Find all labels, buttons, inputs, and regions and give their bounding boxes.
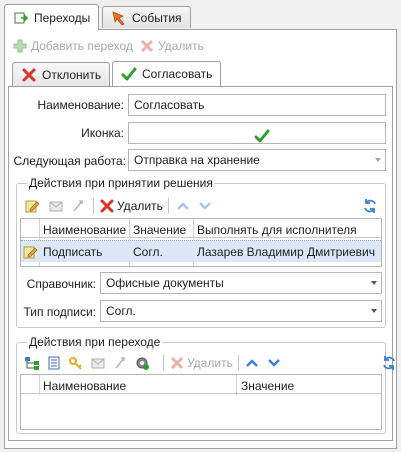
next-work-combo[interactable]: Отправка на хранение	[128, 149, 386, 171]
red-x-icon	[99, 198, 115, 214]
row-performer: Лазарев Владимир Дмитриевич	[197, 245, 375, 259]
tab-events-label: События	[132, 10, 182, 25]
sign-type-combo[interactable]: Согл.	[100, 300, 382, 322]
tab-events[interactable]: События	[102, 6, 191, 28]
directory-combo[interactable]: Офисные документы	[100, 272, 382, 294]
row-name: Подписать	[43, 245, 103, 259]
email-icon[interactable]	[48, 198, 64, 214]
sign-type-label: Тип подписи:	[23, 305, 97, 319]
green-check-icon	[254, 128, 270, 143]
refresh-icon[interactable]	[381, 355, 397, 371]
toolbar-separator	[238, 355, 239, 371]
refresh-icon[interactable]	[362, 198, 378, 214]
move-icon[interactable]	[70, 198, 86, 214]
transition-toolbar	[24, 355, 150, 371]
name-label: Наименование:	[37, 98, 124, 112]
icon-field[interactable]	[128, 122, 386, 144]
decision-actions-table: Наименование Значение Выполнять для испо…	[20, 218, 382, 267]
tab-transitions-label: Переходы	[34, 10, 91, 25]
tab-reject[interactable]: Отклонить	[12, 62, 111, 86]
chevron-down-icon[interactable]	[266, 355, 282, 371]
transition-actions-table: Наименование Значение	[20, 374, 382, 430]
directory-label: Справочник:	[26, 277, 96, 291]
icon-label: Иконка:	[81, 126, 124, 140]
chevron-down-icon[interactable]	[371, 281, 377, 285]
toolbar-separator	[93, 198, 94, 214]
delete-transition-button[interactable]: Удалить	[139, 38, 204, 54]
tree-icon[interactable]	[24, 355, 40, 371]
edit-icon	[22, 244, 38, 260]
decision-actions-title: Действия при принятии решения	[27, 176, 215, 190]
add-icon	[12, 38, 28, 54]
chevron-up-icon[interactable]	[244, 355, 260, 371]
chevron-down-icon[interactable]	[375, 158, 381, 162]
toolbar-separator	[168, 198, 169, 214]
decision-move-buttons	[175, 198, 213, 214]
column-header-value[interactable]: Значение	[133, 223, 186, 237]
chevron-down-icon[interactable]	[197, 198, 213, 214]
transition-move-buttons	[244, 355, 282, 371]
column-header-value[interactable]: Значение	[241, 379, 294, 393]
gear-icon[interactable]	[134, 355, 150, 371]
transition-delete-button[interactable]: Удалить	[169, 355, 233, 371]
transition-actions-title: Действия при переходе	[27, 335, 163, 349]
column-header-performer[interactable]: Выполнять для исполнителя	[197, 223, 357, 237]
green-check-icon	[121, 66, 137, 82]
chevron-down-icon[interactable]	[371, 309, 377, 313]
next-work-label: Следующая работа:	[13, 154, 126, 168]
tab-transitions[interactable]: Переходы	[4, 4, 100, 30]
column-header-name[interactable]: Наименование	[43, 379, 126, 393]
name-field[interactable]: Согласовать	[128, 94, 386, 116]
table-row[interactable]: Подписать Согл. Лазарев Владимир Дмитрие…	[21, 240, 381, 262]
email-icon[interactable]	[90, 355, 106, 371]
delete-icon	[169, 355, 185, 371]
column-divider	[39, 375, 40, 395]
delete-icon	[139, 38, 155, 54]
list-icon[interactable]	[46, 355, 62, 371]
decision-delete-button[interactable]: Удалить	[99, 198, 163, 214]
chevron-up-icon[interactable]	[175, 198, 191, 214]
row-value: Согл.	[133, 245, 163, 259]
events-icon	[111, 10, 127, 26]
tab-approve[interactable]: Согласовать	[112, 61, 222, 86]
column-header-name[interactable]: Наименование	[43, 223, 126, 237]
add-transition-button[interactable]: Добавить переход	[12, 38, 133, 54]
move-icon[interactable]	[112, 355, 128, 371]
decision-toolbar	[24, 198, 86, 214]
key-icon[interactable]	[68, 355, 84, 371]
transitions-icon	[13, 10, 29, 26]
red-x-icon	[21, 67, 37, 83]
toolbar-separator	[163, 355, 164, 371]
edit-icon[interactable]	[24, 198, 40, 214]
column-divider	[236, 375, 237, 395]
